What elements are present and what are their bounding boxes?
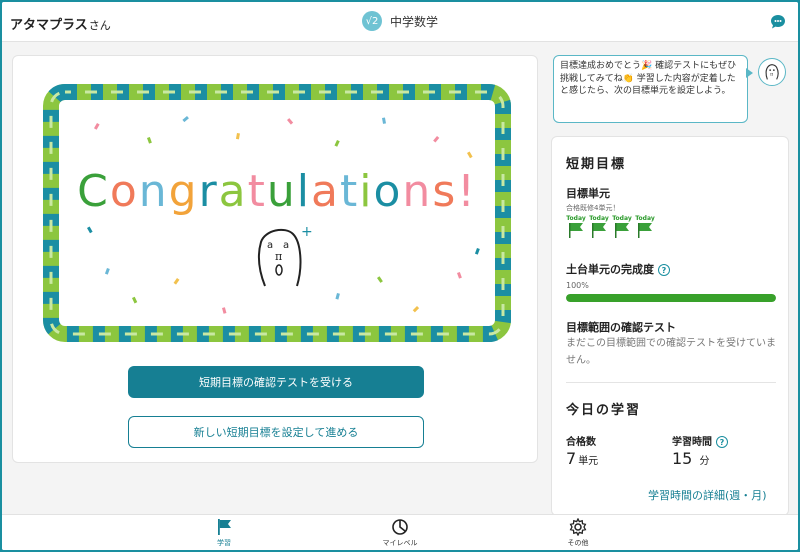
nav-other[interactable]: その他 <box>538 518 618 548</box>
nav-learn[interactable]: 学習 <box>184 518 264 548</box>
study-time-value: 15 分 <box>672 449 709 468</box>
user-suffix: さん <box>88 19 111 32</box>
congratulations-letter: o <box>374 166 403 217</box>
passed-count-unit: 単元 <box>578 456 599 467</box>
bottom-navigation: 学習 マイレベル その他 <box>2 514 798 550</box>
flag-icon <box>218 519 231 535</box>
study-time-unit: 分 <box>699 456 710 467</box>
chat-bubble-icon[interactable] <box>770 14 786 30</box>
today-learning-title: 今日の学習 <box>566 403 642 418</box>
subject-selector[interactable]: √2 中学数学 <box>362 11 438 31</box>
study-time-label-text: 学習時間 <box>672 437 712 448</box>
congratulations-letter: t <box>248 166 267 217</box>
test-status-text: まだこの目標範囲での確認テストを受けていません。 <box>566 338 776 366</box>
congratulations-letter: u <box>267 166 297 217</box>
svg-text:a: a <box>283 240 289 251</box>
subject-label: 中学数学 <box>390 14 439 29</box>
congratulations-letter: o <box>110 166 139 217</box>
progress-percent-label: 100% <box>566 281 589 290</box>
goal-panel: 短期目標 目標単元 合格既修4単元！ Today Today Today Tod… <box>551 136 789 516</box>
set-new-goal-button[interactable]: 新しい短期目標を設定して進める <box>128 416 424 448</box>
user-title: アタマプラスさん <box>10 14 111 33</box>
congratulations-letter: n <box>402 166 432 217</box>
svg-text:+: + <box>301 224 313 240</box>
congratulations-letter: C <box>77 166 110 217</box>
congratulations-letter: r <box>199 166 219 217</box>
flag-icon <box>592 223 606 238</box>
nav-other-label: その他 <box>567 539 589 547</box>
flag-icon <box>638 223 652 238</box>
today-flags: Today Today Today Today <box>566 215 655 238</box>
today-label: Today <box>612 215 632 222</box>
progress-fill <box>566 294 776 302</box>
today-flag-item: Today <box>612 215 632 238</box>
today-flag-item: Today <box>566 215 586 238</box>
foundation-label-text: 土台単元の完成度 <box>566 263 654 276</box>
congratulations-letter: s <box>432 166 457 217</box>
gear-icon <box>569 518 587 536</box>
today-label: Today <box>635 215 655 222</box>
pie-chart-icon <box>392 519 408 535</box>
header: アタマプラスさん √2 中学数学 <box>2 2 798 42</box>
divider <box>566 382 776 383</box>
today-label: Today <box>566 215 586 222</box>
app-frame: アタマプラスさん √2 中学数学 Congratulations! a a π … <box>2 2 798 550</box>
congratulations-letter: g <box>169 166 199 217</box>
congratulations-card: Congratulations! a a π + 短期目標の確認テストを受ける … <box>12 55 538 463</box>
nav-learn-label: 学習 <box>217 539 231 547</box>
passed-count-number: 7 <box>566 449 577 468</box>
math-subject-icon: √2 <box>362 11 382 31</box>
flag-icon <box>569 223 583 238</box>
study-time-number: 15 <box>672 449 693 468</box>
svg-text:a: a <box>267 240 273 251</box>
congratulations-letter: a <box>219 166 248 217</box>
flag-icon <box>615 223 629 238</box>
mascot-avatar-icon[interactable]: π <box>758 58 786 86</box>
nav-mylevel-label: マイレベル <box>382 539 418 547</box>
study-time-label: 学習時間? <box>672 433 728 448</box>
congratulations-letter: l <box>297 166 311 217</box>
confirmation-test-label: 目標範囲の確認テスト <box>566 321 676 334</box>
congratulations-banner: Congratulations! a a π + <box>43 84 511 342</box>
today-flag-item: Today <box>589 215 609 238</box>
target-units-label: 目標単元 <box>566 187 610 200</box>
mascot-message-bubble: 目標達成おめでとう🎉 確認テストにもぜひ挑戦してみてね👏 学習した内容が定着した… <box>553 55 748 123</box>
today-flag-item: Today <box>635 215 655 238</box>
today-label: Today <box>589 215 609 222</box>
passed-units-note: 合格既修4単元！ <box>566 204 620 212</box>
bubble-tail <box>746 68 753 78</box>
svg-text:π: π <box>275 250 282 263</box>
help-icon[interactable]: ? <box>716 436 728 448</box>
short-term-goal-title: 短期目標 <box>566 157 627 172</box>
study-time-detail-link[interactable]: 学習時間の詳細(週・月) <box>648 487 767 503</box>
congratulations-letter: a <box>311 166 340 217</box>
congratulations-letter: i <box>359 166 373 217</box>
congratulations-text: Congratulations! <box>77 166 477 217</box>
app-name: アタマプラス <box>10 18 88 33</box>
congratulations-letter: n <box>139 166 169 217</box>
passed-count-label: 合格数 <box>566 437 596 448</box>
passed-count-value: 7 単元 <box>566 449 598 468</box>
foundation-completion-label: 土台単元の完成度? <box>566 261 670 277</box>
nav-mylevel[interactable]: マイレベル <box>360 518 440 548</box>
help-icon[interactable]: ? <box>658 264 670 276</box>
congratulations-letter: ! <box>457 166 477 217</box>
congratulations-letter: t <box>340 166 359 217</box>
mascot-illustration: a a π + <box>257 224 313 287</box>
foundation-progress-bar <box>566 294 776 302</box>
svg-text:π: π <box>770 73 773 78</box>
take-confirmation-test-button[interactable]: 短期目標の確認テストを受ける <box>128 366 424 398</box>
